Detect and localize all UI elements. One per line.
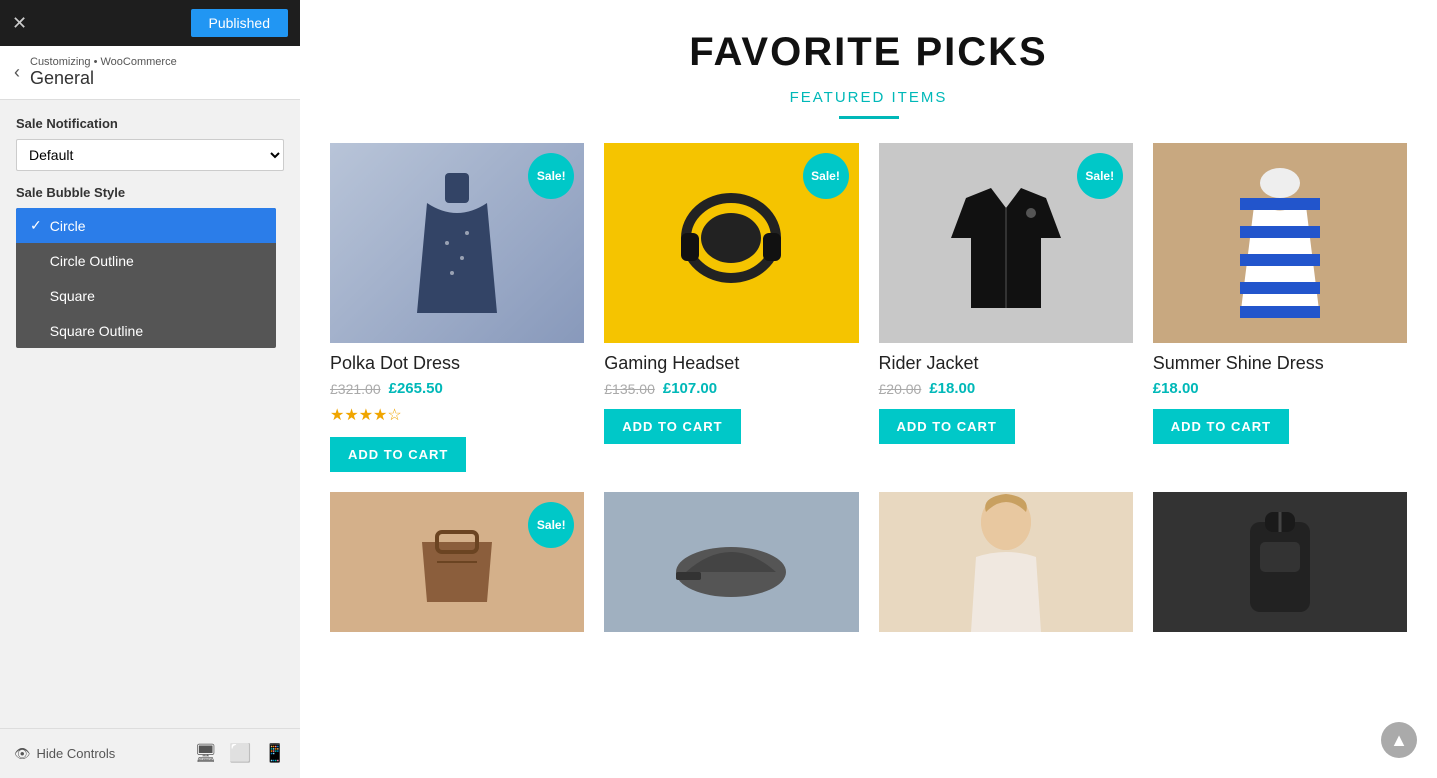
product-price-gaming-headset: £135.00 £107.00	[604, 380, 858, 397]
bubble-option-circle-outline[interactable]: ✓ Circle Outline	[16, 243, 276, 278]
section-divider	[839, 116, 899, 119]
old-price-gaming-headset: £135.00	[604, 381, 655, 397]
product-image-rider-jacket: Sale!	[879, 143, 1133, 343]
product-image-gaming-headset: Sale!	[604, 143, 858, 343]
sale-notification-label: Sale Notification	[16, 116, 284, 131]
bubble-option-square-outline[interactable]: ✓ Square Outline	[16, 313, 276, 348]
store-title: FAVORITE PICKS	[330, 30, 1407, 75]
bubble-option-square-outline-label: Square Outline	[50, 323, 143, 339]
bubble-style-label: Sale Bubble Style	[16, 185, 284, 200]
add-to-cart-polka-dot-dress[interactable]: ADD TO CART	[330, 437, 466, 472]
bubble-option-circle[interactable]: ✓ Circle	[16, 208, 276, 243]
device-icons: 🖥 ⬜ 📱	[194, 743, 286, 764]
product-card-bag: Sale!	[330, 492, 584, 632]
hide-controls-label: Hide Controls	[37, 746, 116, 761]
product-price-summer-shine-dress: £18.00	[1153, 380, 1407, 397]
bubble-option-circle-label: Circle	[50, 218, 86, 234]
nav-bar: ‹ Customizing • WooCommerce General	[0, 46, 300, 100]
back-button[interactable]: ‹	[14, 62, 20, 83]
old-price-polka-dot-dress: £321.00	[330, 381, 381, 397]
published-button[interactable]: Published	[191, 9, 289, 37]
add-to-cart-rider-jacket[interactable]: ADD TO CART	[879, 409, 1015, 444]
scroll-to-top-button[interactable]: ▲	[1381, 722, 1417, 758]
product-name-polka-dot-dress: Polka Dot Dress	[330, 353, 584, 374]
product-price-polka-dot-dress: £321.00 £265.50	[330, 380, 584, 397]
featured-label: FEATURED ITEMS	[330, 89, 1407, 106]
product-name-summer-shine-dress: Summer Shine Dress	[1153, 353, 1407, 374]
new-price-rider-jacket: £18.00	[929, 380, 975, 397]
sale-badge-bag: Sale!	[528, 502, 574, 548]
bubble-option-square[interactable]: ✓ Square	[16, 278, 276, 313]
products-grid: Sale! Polka Dot Dress £321.00 £265.50 ★★…	[330, 143, 1407, 632]
product-stars-polka-dot-dress: ★★★★☆	[330, 405, 584, 425]
nav-title: General	[30, 68, 177, 89]
product-name-gaming-headset: Gaming Headset	[604, 353, 858, 374]
product-card-backpack	[1153, 492, 1407, 632]
product-card-woman	[879, 492, 1133, 632]
product-card-polka-dot-dress: Sale! Polka Dot Dress £321.00 £265.50 ★★…	[330, 143, 584, 472]
store-panel: FAVORITE PICKS FEATURED ITEMS Sale! Polk…	[300, 0, 1437, 778]
top-bar: ✕ Published	[0, 0, 300, 46]
check-icon: ✓	[30, 217, 42, 234]
left-panel: ✕ Published ‹ Customizing • WooCommerce …	[0, 0, 300, 778]
eye-icon: 👁	[14, 746, 31, 762]
add-to-cart-summer-shine-dress[interactable]: ADD TO CART	[1153, 409, 1289, 444]
product-image-woman	[879, 492, 1133, 632]
product-image-polka-dot-dress: Sale!	[330, 143, 584, 343]
bottom-bar: 👁 Hide Controls 🖥 ⬜ 📱	[0, 728, 300, 778]
bubble-option-circle-outline-label: Circle Outline	[50, 253, 134, 269]
desktop-icon[interactable]: 🖥	[194, 743, 217, 764]
product-price-rider-jacket: £20.00 £18.00	[879, 380, 1133, 397]
sale-badge-polka-dot-dress: Sale!	[528, 153, 574, 199]
hide-controls-button[interactable]: 👁 Hide Controls	[14, 746, 115, 762]
new-price-gaming-headset: £107.00	[663, 380, 717, 397]
product-image-cap	[604, 492, 858, 632]
product-card-summer-shine-dress: Summer Shine Dress £18.00 ADD TO CART	[1153, 143, 1407, 472]
mobile-icon[interactable]: 📱	[264, 743, 286, 764]
nav-info: Customizing • WooCommerce General	[30, 56, 177, 89]
sale-notification-select[interactable]: Default Custom None	[16, 139, 284, 171]
product-card-cap	[604, 492, 858, 632]
tablet-icon[interactable]: ⬜	[229, 743, 251, 764]
bubble-option-square-label: Square	[50, 288, 95, 304]
new-price-polka-dot-dress: £265.50	[389, 380, 443, 397]
sale-badge-rider-jacket: Sale!	[1077, 153, 1123, 199]
product-card-gaming-headset: Sale! Gaming Headset £135.00 £107.00 ADD…	[604, 143, 858, 472]
product-name-rider-jacket: Rider Jacket	[879, 353, 1133, 374]
add-to-cart-gaming-headset[interactable]: ADD TO CART	[604, 409, 740, 444]
breadcrumb: Customizing • WooCommerce	[30, 56, 177, 68]
bubble-style-dropdown: ✓ Circle ✓ Circle Outline ✓ Square ✓ Squ…	[16, 208, 276, 348]
old-price-rider-jacket: £20.00	[879, 381, 922, 397]
product-image-backpack	[1153, 492, 1407, 632]
product-card-rider-jacket: Sale! Rider Jacket £20.00 £18.00 ADD TO …	[879, 143, 1133, 472]
sale-badge-gaming-headset: Sale!	[803, 153, 849, 199]
new-price-summer-shine-dress: £18.00	[1153, 380, 1199, 397]
panel-content: Sale Notification Default Custom None Sa…	[0, 100, 300, 728]
product-image-summer-shine-dress	[1153, 143, 1407, 343]
close-button[interactable]: ✕	[12, 13, 27, 34]
product-image-bag: Sale!	[330, 492, 584, 632]
